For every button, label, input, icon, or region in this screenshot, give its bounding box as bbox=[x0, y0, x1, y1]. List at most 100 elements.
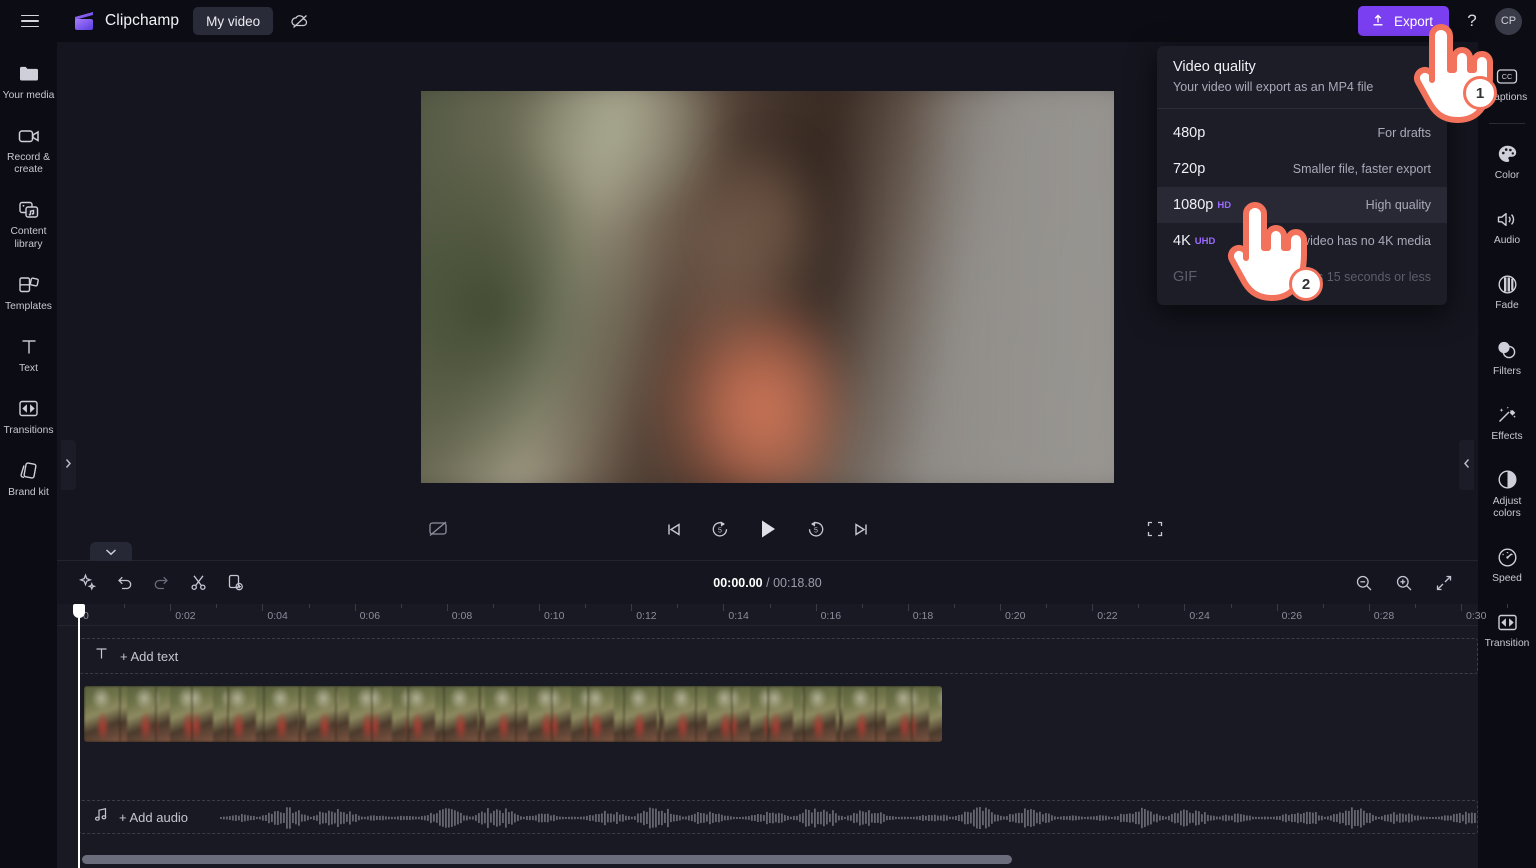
dropdown-title: Video quality bbox=[1173, 59, 1256, 75]
sidebar-item-text[interactable]: Text bbox=[0, 327, 57, 382]
add-text-label: + Add text bbox=[120, 648, 179, 664]
ruler-tick-mark bbox=[216, 604, 218, 608]
redo-icon[interactable] bbox=[149, 571, 173, 595]
timeline-toolbar: 00:00.00 / 00:18.80 bbox=[57, 560, 1478, 604]
hamburger-menu-icon[interactable] bbox=[8, 0, 52, 42]
half-circle-icon bbox=[1496, 469, 1518, 491]
ruler-tick-mark bbox=[861, 604, 863, 608]
timeline-body[interactable]: 0 0:02 0:04 0:06 0:08 0:10 0:12 0:14 0:16 0:18 0:2… bbox=[57, 604, 1509, 868]
rewind-5-icon[interactable]: 5 bbox=[707, 516, 733, 542]
chevron-down-icon bbox=[105, 543, 117, 561]
closed-captions-icon: CC bbox=[1496, 65, 1518, 87]
brand[interactable]: Clipchamp bbox=[72, 10, 179, 32]
svg-text:5: 5 bbox=[814, 527, 818, 534]
ruler-tick-mark bbox=[769, 604, 771, 608]
quality-option-720p[interactable]: 720p Smaller file, faster export bbox=[1157, 151, 1447, 187]
filmstrip-frame bbox=[336, 686, 372, 742]
ruler-tick-label: 0:14 bbox=[728, 610, 749, 622]
avatar[interactable]: CP bbox=[1495, 7, 1522, 35]
timeline-collapse-tab[interactable] bbox=[90, 542, 132, 561]
ruler-tick-mark bbox=[1046, 604, 1048, 608]
sidebar-item-label: Text bbox=[19, 362, 38, 374]
timeline-tracks: + Add text + Add audio bbox=[57, 626, 1478, 868]
filmstrip-frame bbox=[876, 686, 912, 742]
right-item-speed[interactable]: Speed bbox=[1478, 537, 1536, 592]
filmstrip-frame bbox=[480, 686, 516, 742]
quality-option-desc: Smaller file, faster export bbox=[1292, 162, 1431, 176]
export-button[interactable]: Export bbox=[1357, 6, 1449, 36]
right-item-color[interactable]: Color bbox=[1478, 134, 1536, 189]
zoom-out-icon[interactable] bbox=[1352, 571, 1376, 595]
duplicate-icon[interactable] bbox=[223, 571, 247, 595]
sidebar-item-brand-kit[interactable]: Brand kit bbox=[0, 451, 57, 506]
right-item-fade[interactable]: Fade bbox=[1478, 264, 1536, 319]
right-item-label: Color bbox=[1494, 170, 1520, 182]
filmstrip-frame bbox=[732, 686, 768, 742]
undo-icon[interactable] bbox=[112, 571, 136, 595]
right-item-effects[interactable]: Effects bbox=[1478, 395, 1536, 450]
skip-to-end-icon[interactable] bbox=[849, 516, 875, 542]
quality-option-name: 1080p bbox=[1173, 197, 1214, 213]
right-panel-collapse-button[interactable] bbox=[1459, 440, 1474, 490]
right-item-label: Speed bbox=[1492, 573, 1522, 585]
upload-arrow-icon bbox=[1371, 13, 1385, 30]
help-button[interactable]: ? bbox=[1459, 8, 1485, 34]
project-name-chip[interactable]: My video bbox=[193, 7, 274, 35]
right-item-label: Audio bbox=[1493, 235, 1521, 247]
ruler-tick-label: 0:12 bbox=[636, 610, 657, 622]
right-item-label: Effects bbox=[1491, 430, 1523, 442]
cloud-off-icon[interactable] bbox=[287, 8, 313, 34]
ruler-tick-mark bbox=[1368, 604, 1370, 611]
text-t-icon bbox=[18, 336, 40, 358]
right-item-transition[interactable]: Transition bbox=[1478, 602, 1536, 657]
text-track[interactable]: + Add text bbox=[79, 638, 1478, 674]
timeline-ruler[interactable]: 0 0:02 0:04 0:06 0:08 0:10 0:12 0:14 0:16 0:18 0:2… bbox=[57, 604, 1509, 626]
sidebar-item-transitions[interactable]: Transitions bbox=[0, 389, 57, 444]
ruler-tick-mark bbox=[815, 604, 817, 611]
video-preview[interactable] bbox=[421, 91, 1114, 483]
sidebar-item-record-create[interactable]: Record & create bbox=[0, 116, 57, 183]
right-item-adjust-colors[interactable]: Adjust colors bbox=[1478, 460, 1536, 527]
filmstrip-frame bbox=[156, 686, 192, 742]
ruler-tick-mark bbox=[1507, 604, 1509, 608]
playhead-knob[interactable] bbox=[73, 604, 85, 618]
ruler-tick-label: 0:10 bbox=[544, 610, 565, 622]
fullscreen-icon[interactable] bbox=[1142, 516, 1168, 542]
skip-to-start-icon[interactable] bbox=[661, 516, 687, 542]
playhead[interactable] bbox=[73, 604, 85, 868]
audio-track[interactable]: + Add audio bbox=[79, 800, 1478, 834]
quality-option-4k[interactable]: 4K UHD Your video has no 4K media bbox=[1157, 223, 1447, 259]
ruler-tick-mark bbox=[262, 604, 264, 611]
quality-option-1080p[interactable]: 1080p HD High quality bbox=[1157, 187, 1447, 223]
ruler-tick-label: 0:16 bbox=[820, 610, 842, 622]
ruler-tick-mark bbox=[1184, 604, 1186, 611]
dropdown-header: Video quality Your video will export as … bbox=[1157, 46, 1447, 109]
video-preview-overlay bbox=[421, 91, 1114, 483]
fit-to-screen-icon[interactable] bbox=[1432, 571, 1456, 595]
scissors-split-icon[interactable] bbox=[186, 571, 210, 595]
sidebar-item-label: Content library bbox=[10, 226, 47, 250]
play-button[interactable] bbox=[753, 514, 783, 544]
ruler-tick-mark bbox=[1414, 604, 1416, 608]
right-item-label: Transition bbox=[1484, 638, 1530, 650]
sidebar-item-templates[interactable]: Templates bbox=[0, 265, 57, 320]
speaker-icon bbox=[1496, 208, 1518, 230]
sidebar-divider bbox=[1489, 123, 1525, 125]
zoom-in-icon[interactable] bbox=[1392, 571, 1416, 595]
magic-sparkle-icon[interactable] bbox=[75, 571, 99, 595]
dropdown-subtitle: Your video will export as an MP4 file bbox=[1173, 80, 1374, 94]
sidebar-item-content-library[interactable]: Content library bbox=[0, 190, 57, 257]
right-item-filters[interactable]: Filters bbox=[1478, 330, 1536, 385]
timeline-tools-group bbox=[57, 571, 247, 595]
video-clip[interactable] bbox=[84, 686, 942, 742]
quality-option-desc: Your video has no 4K media bbox=[1275, 234, 1431, 248]
transitions-icon bbox=[18, 398, 40, 420]
timeline-horizontal-scrollbar[interactable] bbox=[82, 855, 1012, 864]
right-item-audio[interactable]: Audio bbox=[1478, 199, 1536, 254]
filmstrip-frame bbox=[516, 686, 552, 742]
forward-5-icon[interactable]: 5 bbox=[803, 516, 829, 542]
quality-option-480p[interactable]: 480p For drafts bbox=[1157, 115, 1447, 151]
media-folder-icon bbox=[18, 63, 40, 85]
sidebar-item-your-media[interactable]: Your media bbox=[0, 54, 57, 109]
left-panel-collapse-button[interactable] bbox=[61, 440, 76, 490]
